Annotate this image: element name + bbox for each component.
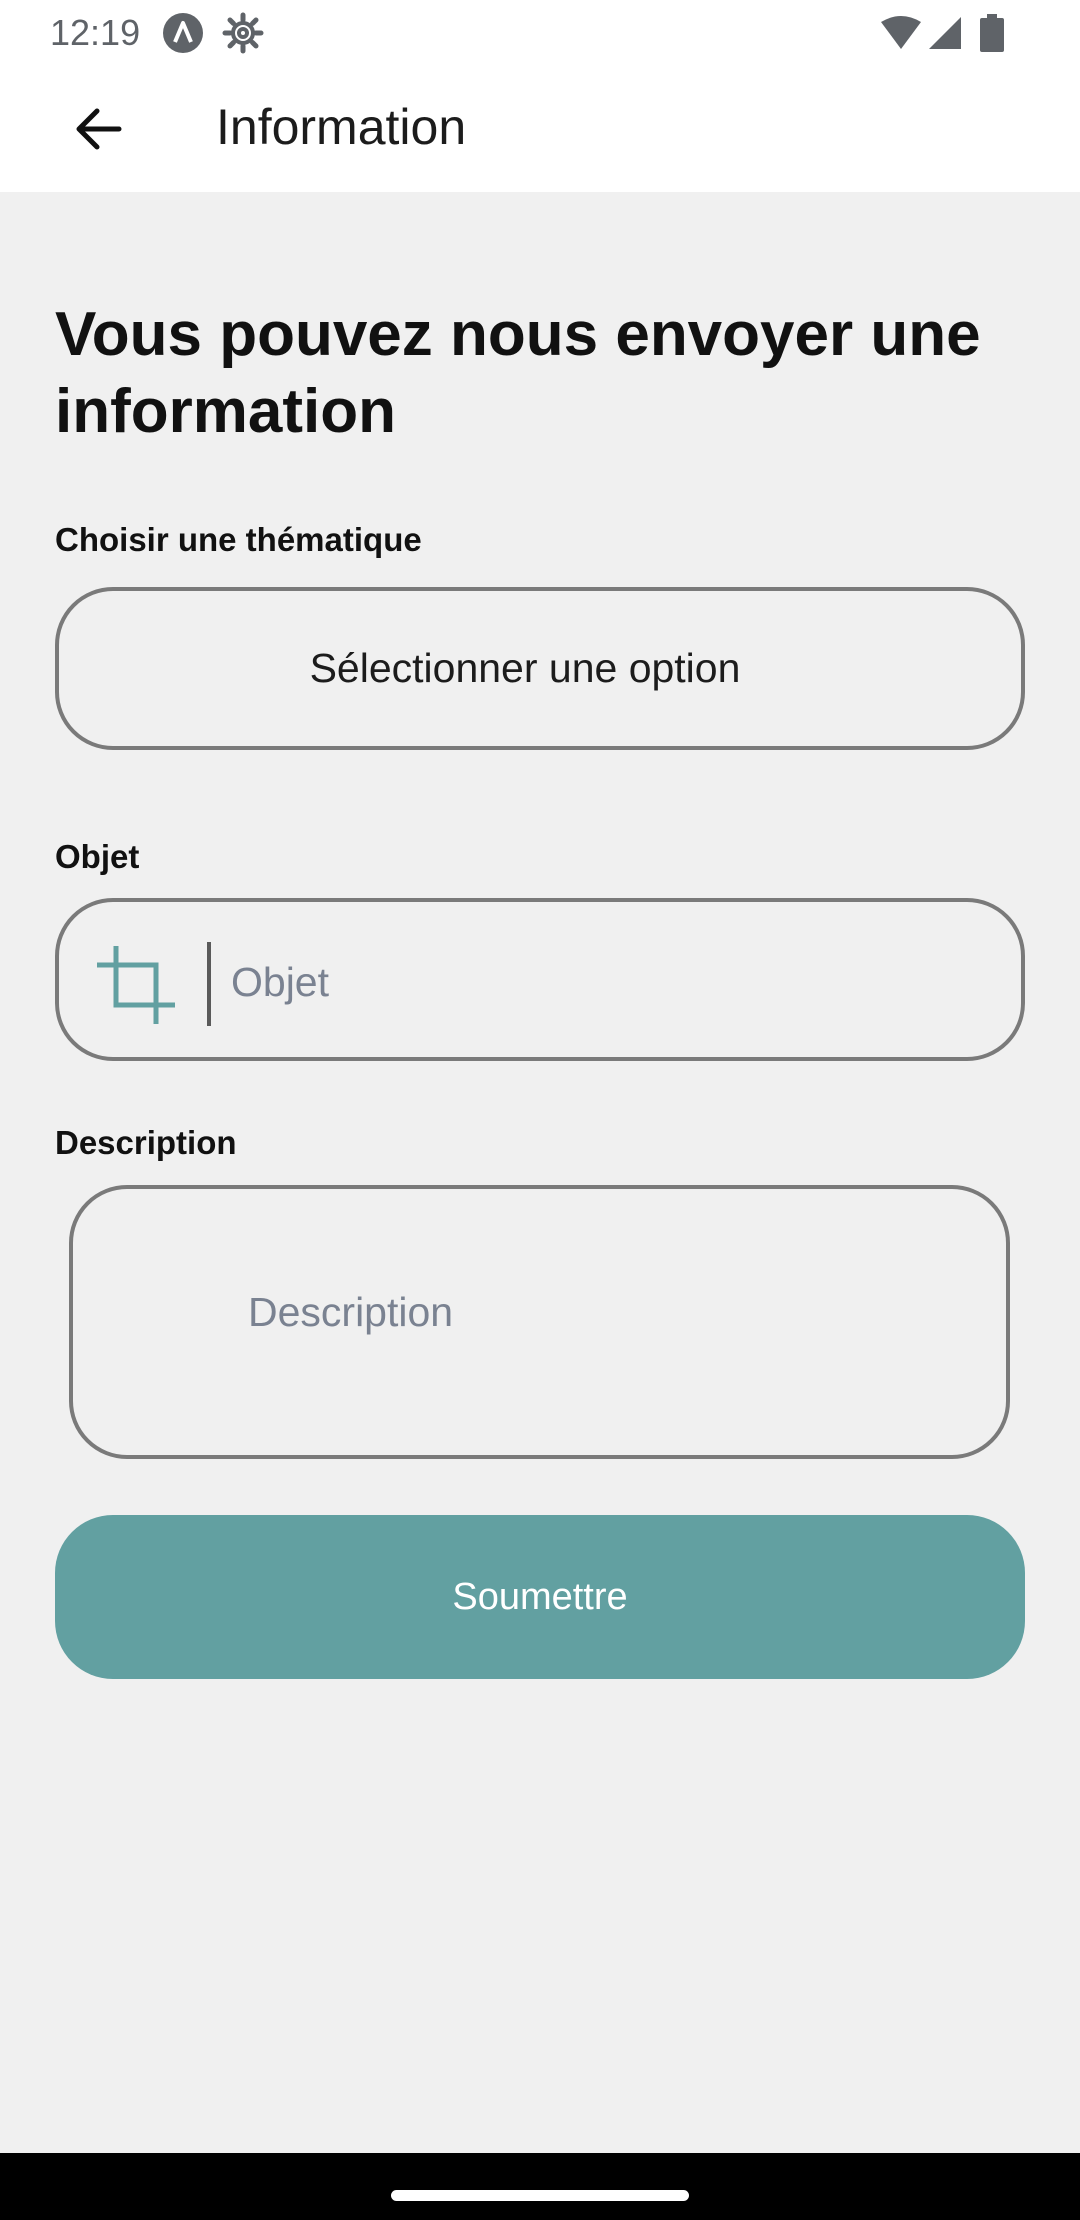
objet-label: Objet [55, 838, 140, 875]
gear-icon [222, 12, 264, 54]
description-label: Description [55, 1124, 237, 1161]
home-handle[interactable] [391, 2190, 689, 2201]
form-heading: Vous pouvez nous envoyer une information [55, 300, 981, 446]
signal-icon [929, 17, 961, 49]
submit-button[interactable]: Soumettre [55, 1515, 1025, 1679]
page-title: Information [216, 99, 467, 155]
status-time: 12:19 [50, 12, 141, 53]
back-button[interactable] [56, 96, 140, 162]
app-bar: Information [0, 66, 1080, 192]
crop-icon [97, 946, 175, 1024]
objet-field [55, 898, 1025, 1061]
wifi-icon [881, 16, 921, 49]
screen: 12:19 Information Vous pouvez nous envoy… [0, 0, 1080, 2220]
description-field[interactable] [69, 1185, 1010, 1459]
theme-label: Choisir une thématique [55, 521, 422, 558]
field-divider [207, 942, 211, 1026]
navigation-bar [0, 2153, 1080, 2220]
theme-select-value: Sélectionner une option [309, 645, 741, 691]
description-input[interactable] [248, 1289, 948, 1359]
arrow-left-icon [76, 108, 122, 150]
objet-input[interactable] [231, 922, 991, 1042]
a-icon [163, 13, 203, 53]
status-bar: 12:19 [0, 0, 1080, 66]
theme-select[interactable]: Sélectionner une option [55, 587, 1025, 750]
battery-icon [980, 14, 1004, 52]
